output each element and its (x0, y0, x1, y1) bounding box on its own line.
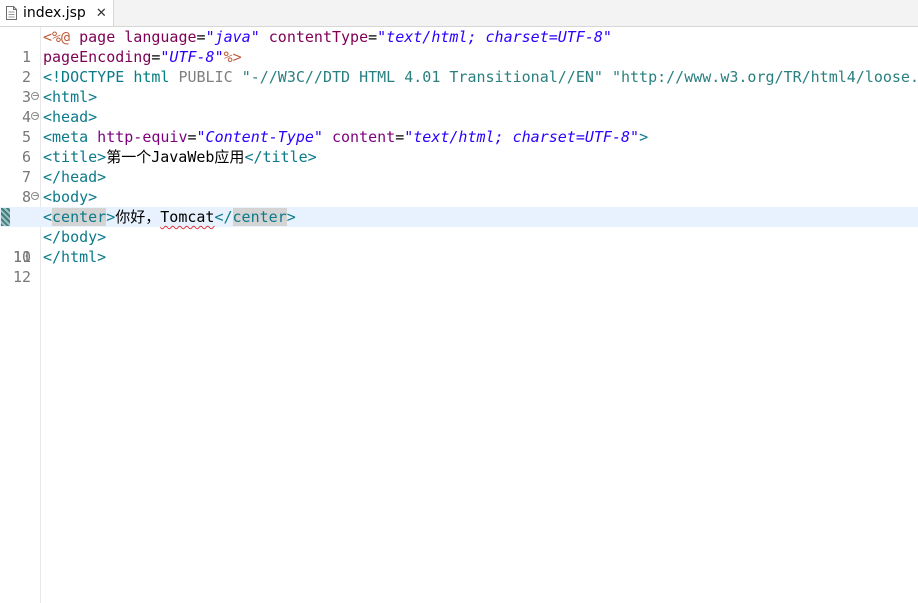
code-line[interactable]: 11 </body> (0, 227, 918, 266)
tag-name: meta (52, 128, 89, 146)
doctype-string: "http://www.w3.org/TR/html4/loose. (602, 68, 918, 86)
fold-toggle-icon[interactable]: − (31, 92, 39, 100)
code-line[interactable]: 2 pageEncoding="UTF-8"%> (0, 47, 918, 86)
equals: = (187, 128, 197, 146)
html-tag: </head> (43, 168, 107, 186)
tag-bracket: > (639, 128, 649, 146)
occurrence-marker-icon (1, 208, 10, 226)
code-line[interactable]: 1 <%@ page language="java" contentType="… (0, 27, 918, 66)
doctype-public: PUBLIC (178, 68, 242, 86)
code-line[interactable]: 7 <title>第一个JavaWeb应用</title> (0, 147, 918, 186)
tag-bracket: > (286, 208, 296, 226)
editor-tab-bar: index.jsp ✕ (0, 0, 918, 27)
attribute-name: contentType (259, 28, 369, 46)
tab-label: index.jsp (23, 5, 86, 21)
tag-name-highlighted: center (232, 208, 287, 226)
directive-keyword: page (79, 28, 125, 46)
file-icon (6, 6, 17, 20)
code-editor[interactable]: 1 <%@ page language="java" contentType="… (0, 27, 918, 603)
current-code-line[interactable]: 10 <center>你好，Tomcat</center> (0, 207, 918, 266)
attribute-name: language (124, 28, 197, 46)
code-line[interactable]: 8 </head> (0, 167, 918, 206)
line-number: 12 (12, 268, 31, 286)
html-tag: </body> (43, 228, 107, 246)
html-tag: <head> (43, 108, 98, 126)
html-tag: <title> (43, 148, 107, 166)
tag-name-highlighted: center (52, 208, 107, 226)
spelling-error-text: Tomcat (160, 208, 215, 226)
html-tag: <body> (43, 188, 98, 206)
attribute-value: "text/html; charset=UTF-8" (377, 28, 612, 46)
html-tag: </html> (43, 248, 107, 266)
doctype-keyword: html (133, 68, 179, 86)
tab-index-jsp[interactable]: index.jsp ✕ (0, 0, 114, 26)
attribute-value: "Content-Type" (196, 128, 323, 146)
tag-bracket: < (43, 128, 53, 146)
text-content: 你好， (115, 208, 161, 226)
attribute-value: "UTF-8" (160, 48, 224, 66)
attribute-name: http-equiv (88, 128, 188, 146)
text-content: 第一个JavaWeb应用 (106, 148, 245, 166)
tag-bracket: </ (214, 208, 233, 226)
attribute-value: "java" (205, 28, 260, 46)
code-line[interactable]: 3 <!DOCTYPE html PUBLIC "-//W3C//DTD HTM… (0, 67, 918, 106)
html-tag: </title> (244, 148, 317, 166)
tag-bracket: > (106, 208, 116, 226)
equals: = (196, 28, 206, 46)
doctype-string: "-//W3C//DTD HTML 4.01 Transitional//EN" (241, 68, 603, 86)
code-line[interactable]: 4 − <html> (0, 87, 918, 126)
code-line[interactable]: 6 <meta http-equiv="Content-Type" conten… (0, 127, 918, 166)
code-line[interactable]: 5 − <head> (0, 107, 918, 146)
attribute-value: "text/html; charset=UTF-8" (404, 128, 640, 146)
fold-toggle-icon[interactable]: − (31, 192, 39, 200)
fold-toggle-icon[interactable]: − (31, 112, 39, 120)
close-icon[interactable]: ✕ (96, 6, 107, 21)
equals: = (368, 28, 378, 46)
code-line[interactable]: 9 − <body> (0, 187, 918, 226)
doctype-open: <!DOCTYPE (43, 68, 134, 86)
attribute-name: content (322, 128, 396, 146)
code-line[interactable]: 12 </html> (0, 247, 918, 286)
equals: = (395, 128, 405, 146)
jsp-directive-open: <%@ (43, 28, 80, 46)
attribute-name: pageEncoding (43, 48, 152, 66)
html-tag: <html> (43, 88, 98, 106)
tag-bracket: < (43, 208, 53, 226)
jsp-directive-close: %> (223, 48, 242, 66)
